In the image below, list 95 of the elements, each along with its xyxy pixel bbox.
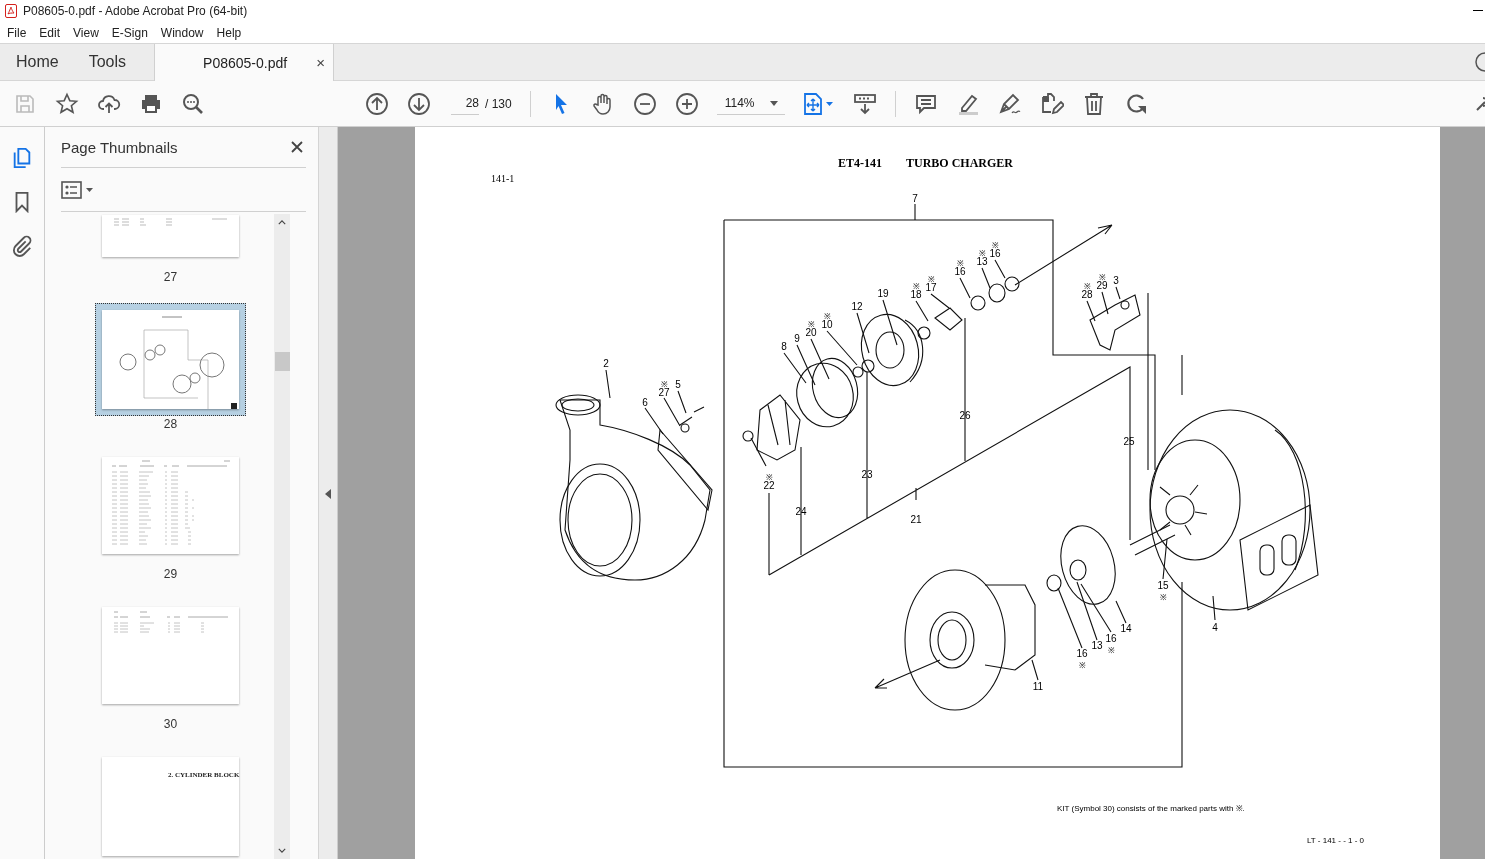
callout-number: 17 [925,282,937,293]
drawing-title: TURBO CHARGER [906,156,1013,170]
callout-number: 8 [781,341,787,352]
menu-item[interactable]: Window [160,25,204,40]
callout-number: 24 [795,506,807,517]
page-total: / 130 [485,96,512,111]
thumbnail-page-number: 27 [163,270,178,284]
callout-number: 10 [821,319,833,330]
callout-number: 2 [603,358,609,369]
callout-number: 27 [658,387,670,398]
minimize-icon[interactable] [1473,10,1483,12]
callout-number: 21 [910,514,922,525]
next-page-icon[interactable] [407,91,431,116]
kit-mark: ※ [991,241,999,250]
kit-mark: ※ [1083,282,1091,291]
nav-tab[interactable]: Tools [72,44,141,80]
callout-number: 13 [1091,640,1103,651]
tab-label: P08605-0.pdf [203,54,288,71]
kit-mark: ※ [765,473,773,482]
menu-item[interactable]: View [73,25,99,40]
collapse-arrow-icon[interactable] [325,489,331,499]
callout-number: 7 [912,193,918,204]
page-code: LT - 141 - - 1 - 0 [1307,836,1365,845]
kit-mark: ※ [1107,646,1115,655]
paperclip-icon[interactable] [11,235,33,257]
callout-number: 9 [794,333,800,344]
star-icon[interactable] [55,91,79,116]
kit-mark: ※ [807,320,815,329]
thumbnail-page-number: 28 [163,417,178,431]
footnote: KIT (Symbol 30) consists of the marked parts with ※. [1057,804,1245,813]
callout-number: 16 [1105,633,1117,644]
callout-number: 29 [1096,280,1108,291]
nav-tab[interactable]: Home [0,44,73,80]
kit-mark: ※ [1078,661,1086,670]
pages-icon[interactable] [11,147,33,169]
callout-number: 23 [861,469,873,480]
menu-item[interactable]: E-Sign [111,25,148,40]
close-icon[interactable] [291,141,303,153]
scroll-mode-icon[interactable] [852,91,877,116]
callout-number: 19 [877,288,889,299]
callout-number: 26 [959,410,971,421]
callout-number: 15 [1157,580,1169,591]
kit-mark: ※ [927,275,935,284]
thumbnail-page-number: 30 [163,717,178,731]
kit-mark: ※ [660,380,668,389]
kit-mark: ※ [956,259,964,268]
callout-number: 16 [989,248,1001,259]
callout-number: 22 [763,480,775,491]
previous-page-icon[interactable] [365,91,389,116]
kit-mark: ※ [1159,593,1167,602]
scrollbar-thumb[interactable] [274,352,290,371]
close-tab-button[interactable]: × [316,54,326,71]
panel-title: Page Thumbnails [61,138,178,156]
callout-number: 20 [805,327,817,338]
window-title: P08605-0.pdf - Adobe Acrobat Pro (64-bit) [23,4,248,18]
zoom-value: 114% [724,96,755,110]
callout-number: 25 [1123,436,1135,447]
app-icon [5,4,17,18]
edit-document-icon[interactable] [1039,91,1064,116]
callout-number: 5 [675,379,681,390]
kit-mark: ※ [823,312,831,321]
kit-mark: ※ [978,249,986,258]
scroll-up-icon[interactable] [278,220,286,225]
callout-number: 4 [1212,622,1218,633]
callout-number: 12 [851,301,863,312]
page-number-field[interactable]: 28 [451,92,479,115]
scroll-down-icon[interactable] [278,848,286,853]
zoom-in-icon[interactable] [674,91,699,116]
account-icon[interactable] [1473,52,1485,72]
menu-item[interactable]: Help [216,25,242,40]
caret-icon [769,100,778,106]
callout-number: 16 [954,266,966,277]
callout-number: 16 [1076,648,1088,659]
zoom-out-icon[interactable] [632,91,657,116]
zoom-dropdown[interactable]: 114% [716,92,785,115]
kit-mark: ※ [1098,273,1106,282]
callout-number: 3 [1113,275,1119,286]
scrollbar[interactable] [274,214,290,859]
callout-number: 13 [976,256,988,267]
callout-number: 18 [910,289,922,300]
thumbnail-options-icon[interactable] [61,179,95,200]
callout-number: 28 [1081,289,1093,300]
callout-number: 6 [642,397,648,408]
callout-number: 14 [1120,623,1132,634]
section-number: 141-1 [491,173,515,184]
menu-item[interactable]: Edit [39,25,61,40]
callout-number: 11 [1032,681,1044,692]
thumbnail-page-number: 29 [163,567,178,581]
menu-item[interactable]: File [7,25,27,40]
document-tab[interactable]: P08605-0.pdf × [154,44,335,81]
drawing-code: ET4-141 [838,156,882,170]
page-thumbnail[interactable] [95,303,246,416]
kit-mark: ※ [912,282,920,291]
pen-sign-icon[interactable] [997,91,1022,116]
zoom-search-icon[interactable] [181,91,205,116]
